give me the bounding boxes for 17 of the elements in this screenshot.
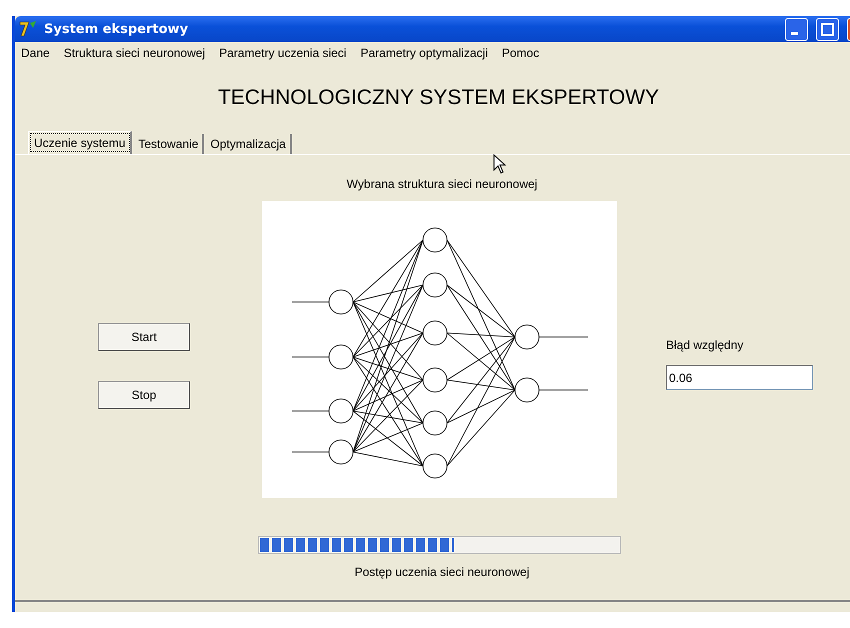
menu-item[interactable]: Parametry optymalizacji: [360, 46, 488, 60]
maximize-button[interactable]: [816, 18, 839, 40]
menu-item[interactable]: Pomoc: [502, 46, 540, 60]
menu-item[interactable]: Struktura sieci neuronowej: [64, 46, 206, 60]
progress-caption: Postęp uczenia sieci neuronowej: [354, 565, 530, 579]
error-label: Błąd względny: [666, 338, 744, 352]
app-heading: TECHNOLOGICZNY SYSTEM EKSPERTOWY: [218, 86, 660, 110]
menu-item[interactable]: Parametry uczenia sieci: [219, 46, 346, 60]
app-icon: [18, 20, 38, 38]
action-button[interactable]: Start: [98, 323, 190, 351]
tab[interactable]: Uczenie systemu: [28, 131, 132, 154]
menu-item[interactable]: Dane: [21, 46, 50, 60]
window-title: System ekspertowy: [44, 22, 188, 36]
minimize-button[interactable]: [785, 18, 808, 40]
error-field[interactable]: 0.06: [666, 365, 813, 390]
action-button[interactable]: Stop: [98, 381, 190, 409]
diagram-caption: Wybrana struktura sieci neuronowej: [346, 177, 538, 191]
